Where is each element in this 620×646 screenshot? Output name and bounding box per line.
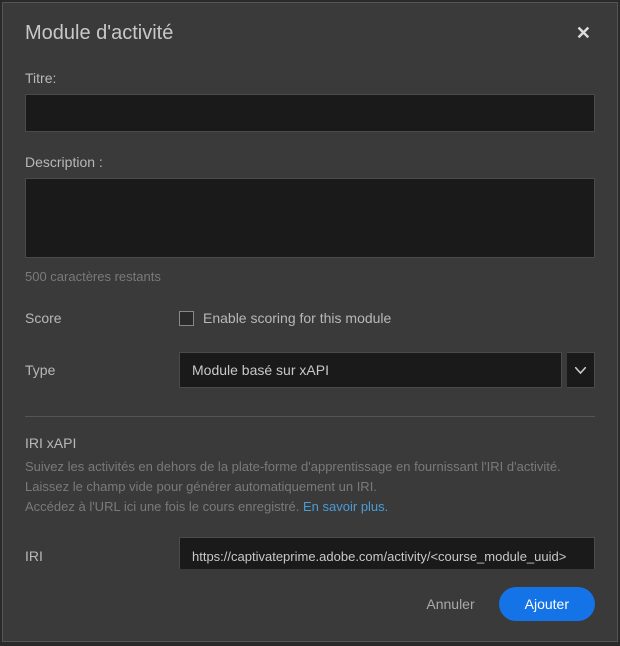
type-label: Type <box>25 362 179 378</box>
type-select[interactable]: Module basé sur xAPI <box>179 352 595 388</box>
score-label: Score <box>25 310 179 326</box>
learn-more-link[interactable]: En savoir plus. <box>303 499 388 514</box>
chevron-down-icon <box>575 367 586 374</box>
score-checkbox[interactable] <box>179 311 194 326</box>
description-label: Description : <box>25 154 595 170</box>
dialog-footer: Annuler Ajouter <box>3 569 617 641</box>
score-control: Enable scoring for this module <box>179 310 595 326</box>
score-checkbox-label: Enable scoring for this module <box>203 310 391 326</box>
iri-desc-line1: Suivez les activités en dehors de la pla… <box>25 459 561 474</box>
dialog-title: Module d'activité <box>25 22 173 45</box>
cancel-button[interactable]: Annuler <box>420 588 480 620</box>
dialog-header: Module d'activité ✕ <box>3 3 617 62</box>
field-row-score: Score Enable scoring for this module <box>25 310 595 326</box>
iri-desc-line2: Laissez le champ vide pour générer autom… <box>25 479 377 494</box>
iri-field-label: IRI <box>25 548 179 564</box>
type-select-toggle[interactable] <box>567 352 595 388</box>
type-select-value: Module basé sur xAPI <box>179 352 562 388</box>
close-icon: ✕ <box>576 23 591 43</box>
section-divider <box>25 416 595 417</box>
description-input[interactable] <box>25 178 595 258</box>
iri-section-title: IRI xAPI <box>25 435 595 451</box>
add-button[interactable]: Ajouter <box>499 587 595 621</box>
iri-desc-line3-prefix: Accédez à l'URL ici une fois le cours en… <box>25 499 303 514</box>
iri-input[interactable] <box>179 537 595 569</box>
field-row-type: Type Module basé sur xAPI <box>25 352 595 388</box>
type-control: Module basé sur xAPI <box>179 352 595 388</box>
field-row-iri: IRI <box>25 537 595 569</box>
titre-label: Titre: <box>25 70 595 86</box>
titre-input[interactable] <box>25 94 595 132</box>
field-group-titre: Titre: <box>25 70 595 132</box>
field-group-description: Description : 500 caractères restants <box>25 154 595 284</box>
activity-module-dialog: Module d'activité ✕ Titre: Description :… <box>2 2 618 642</box>
close-button[interactable]: ✕ <box>572 21 595 46</box>
iri-description: Suivez les activités en dehors de la pla… <box>25 457 595 517</box>
description-helper: 500 caractères restants <box>25 269 595 284</box>
iri-section: IRI xAPI Suivez les activités en dehors … <box>25 435 595 517</box>
dialog-content: Titre: Description : 500 caractères rest… <box>3 62 617 569</box>
